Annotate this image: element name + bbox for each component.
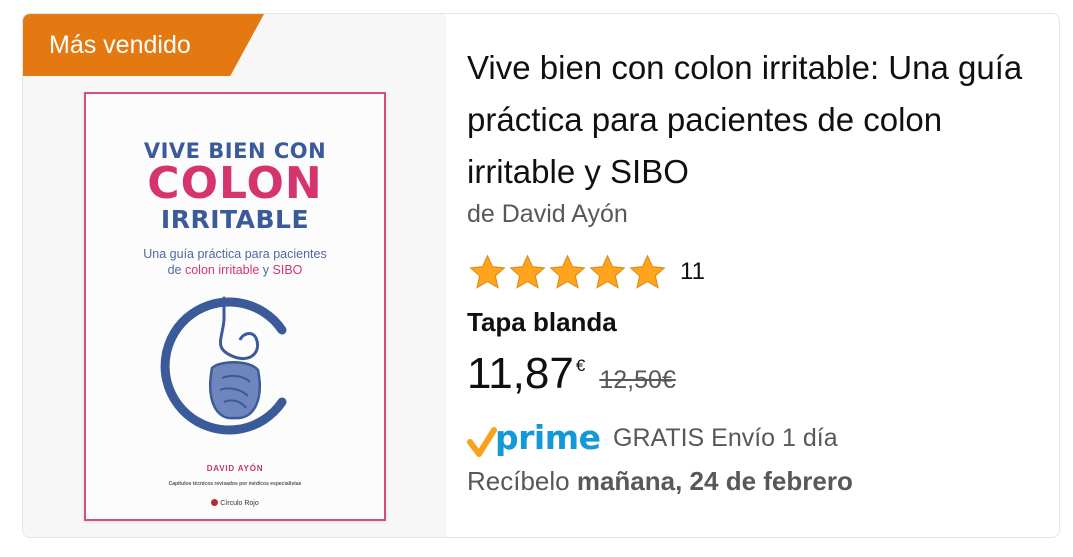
prime-check-icon [467,427,497,457]
price-list: 12,50€ [599,366,676,394]
star-icon [629,254,666,289]
cover-subtitle-line1: Una guía práctica para pacientes [143,247,327,261]
cover-note: Capítulos técnicos revisados por médicos… [168,481,302,487]
rating[interactable]: 11 [467,250,705,294]
product-card[interactable]: Más vendido VIVE BIEN CON COLON IRRITABL… [22,13,1060,538]
star-icon [469,254,506,289]
book-cover-image[interactable]: VIVE BIEN CON COLON IRRITABLE Una guía p… [84,92,386,521]
product-image-panel[interactable]: Más vendido VIVE BIEN CON COLON IRRITABL… [23,14,446,537]
cover-title-line2: COLON [147,158,323,209]
shipping-text: GRATIS Envío 1 día [613,423,838,452]
cover-title-line3: IRRITABLE [160,205,310,234]
price-currency: € [575,356,586,375]
price: 11,87 € 12,50€ [467,348,676,400]
prime-shipping: prime GRATIS Envío 1 día [467,416,838,460]
publisher-logo-icon [211,499,219,506]
star-icon [589,254,626,289]
delivery-date: mañana, 24 de febrero [576,466,853,496]
star-rating [467,252,667,293]
delivery-estimate: Recíbelo mañana, 24 de febrero [467,466,853,496]
format-label[interactable]: Tapa blanda [467,307,617,338]
star-icon [509,254,546,289]
bestseller-badge: Más vendido [23,14,264,76]
cover-publisher: Círculo Rojo [86,499,384,507]
product-details: Vive bien con colon irritable: Una guía … [467,14,1047,537]
rating-count[interactable]: 11 [680,258,705,286]
prime-wordmark: prime [495,418,601,457]
product-title[interactable]: Vive bien con colon irritable: Una guía … [467,42,1042,198]
cover-subtitle: Una guía práctica para pacientes de colo… [86,246,384,278]
product-author: de David Ayón [467,200,628,228]
price-current: 11,87 [467,349,574,398]
cover-subtitle-line2: de colon irritable y SIBO [167,263,303,277]
digestive-system-illustration [160,296,287,435]
star-icon [549,254,586,289]
cover-author: DAVID AYÓN [206,464,264,473]
prime-logo: prime [467,418,607,458]
